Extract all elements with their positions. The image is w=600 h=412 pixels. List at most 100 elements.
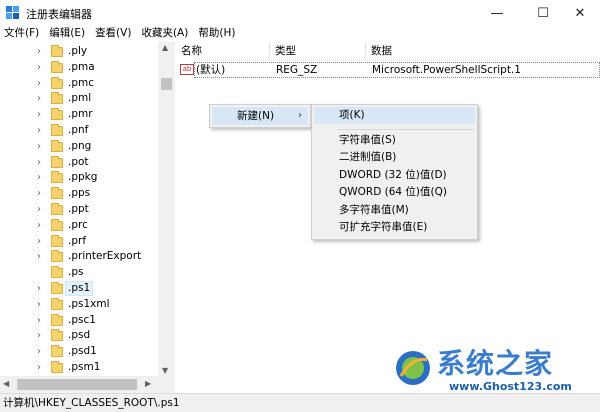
expand-chevron-icon[interactable]: › bbox=[37, 236, 41, 247]
submenu-item-string[interactable]: 字符串值(S) bbox=[314, 132, 475, 149]
scroll-thumb-horizontal[interactable] bbox=[17, 379, 137, 390]
tree-vertical-scrollbar[interactable]: ▲ ▼ bbox=[158, 42, 175, 376]
tree-item[interactable]: › .png bbox=[0, 139, 158, 155]
tree-item[interactable]: .ps bbox=[0, 265, 158, 281]
tree-item-label: .pma bbox=[68, 60, 95, 73]
folder-icon bbox=[51, 108, 63, 121]
tree-item-label: .psd1 bbox=[68, 345, 97, 358]
submenu-item-qword[interactable]: QWORD (64 位)值(Q) bbox=[314, 184, 475, 201]
submenu-item-label: 项(K) bbox=[339, 109, 365, 121]
tree-item-label: .ps bbox=[68, 266, 84, 279]
new-submenu: 项(K) 字符串值(S) 二进制值(B) DWORD (32 位)值(D) QW… bbox=[311, 104, 478, 240]
expand-chevron-icon[interactable]: › bbox=[37, 220, 41, 231]
menu-favorites[interactable]: 收藏夹(A) bbox=[137, 26, 194, 42]
tree-item-label: .prc bbox=[68, 218, 88, 231]
menu-file[interactable]: 文件(F) bbox=[0, 26, 45, 42]
expand-chevron-icon[interactable]: › bbox=[37, 125, 41, 136]
submenu-item-key[interactable]: 项(K) bbox=[314, 107, 475, 124]
submenu-item-label: 二进制值(B) bbox=[339, 151, 397, 163]
submenu-item-label: 字符串值(S) bbox=[339, 134, 396, 146]
expand-chevron-icon[interactable]: › bbox=[37, 46, 41, 57]
scroll-left-icon[interactable]: ◀ bbox=[3, 379, 9, 388]
tree-item-label: .ppkg bbox=[68, 171, 98, 184]
folder-icon bbox=[51, 345, 63, 358]
tree-item-label: .pps bbox=[68, 187, 91, 200]
watermark-logo-icon bbox=[396, 351, 430, 385]
column-header-type[interactable]: 类型 bbox=[270, 42, 366, 60]
tree-item[interactable]: › .pps bbox=[0, 186, 158, 202]
expand-chevron-icon[interactable]: › bbox=[37, 109, 41, 120]
scroll-up-icon[interactable]: ▲ bbox=[162, 43, 168, 52]
expand-chevron-icon[interactable]: › bbox=[37, 78, 41, 89]
expand-chevron-icon[interactable]: › bbox=[37, 299, 41, 310]
tree-item[interactable]: › .printerExport bbox=[0, 249, 158, 265]
menu-view[interactable]: 查看(V) bbox=[91, 26, 137, 42]
key-tree[interactable]: › .ply › .pma › .pmc › .pml › .pmr › .pnf › .png › .pot… bbox=[0, 42, 175, 393]
tree-item[interactable]: › .psd1 bbox=[0, 344, 158, 360]
tree-item-label: .pot bbox=[68, 155, 89, 168]
submenu-item-label: DWORD (32 位)值(D) bbox=[339, 169, 447, 181]
expand-chevron-icon[interactable]: › bbox=[37, 330, 41, 341]
expand-chevron-icon[interactable]: › bbox=[37, 362, 41, 373]
value-data: Microsoft.PowerShellScript.1 bbox=[372, 64, 521, 76]
expand-chevron-icon[interactable]: › bbox=[37, 157, 41, 168]
expand-chevron-icon[interactable]: › bbox=[37, 188, 41, 199]
watermark-title: 系统之家 bbox=[437, 347, 554, 380]
submenu-item-label: QWORD (64 位)值(Q) bbox=[339, 186, 447, 198]
scroll-thumb[interactable] bbox=[161, 78, 172, 90]
tree-item[interactable]: › .psc1 bbox=[0, 313, 158, 329]
expand-chevron-icon[interactable]: › bbox=[37, 315, 41, 326]
submenu-item-multistring[interactable]: 多字符串值(M) bbox=[314, 202, 475, 219]
expand-chevron-icon[interactable]: › bbox=[37, 141, 41, 152]
close-button[interactable]: ✕ bbox=[560, 0, 600, 26]
window-title: 注册表编辑器 bbox=[26, 8, 92, 21]
tree-item[interactable]: › .ppt bbox=[0, 202, 158, 218]
expand-chevron-icon[interactable]: › bbox=[37, 346, 41, 357]
menu-help[interactable]: 帮助(H) bbox=[194, 26, 241, 42]
tree-horizontal-scrollbar[interactable]: ◀ ▶ bbox=[0, 376, 175, 393]
tree-item[interactable]: › .ply bbox=[0, 44, 158, 60]
tree-item[interactable]: › .pmc bbox=[0, 76, 158, 92]
tree-item[interactable]: › .pnf bbox=[0, 123, 158, 139]
folder-icon bbox=[51, 218, 63, 231]
tree-item-label: .ps1xml bbox=[68, 297, 110, 310]
tree-item[interactable]: › .psm1 bbox=[0, 360, 158, 376]
column-header-name[interactable]: 名称 bbox=[176, 42, 270, 60]
value-row[interactable]: ab (默认) REG_SZ Microsoft.PowerShellScrip… bbox=[176, 62, 600, 78]
submenu-item-binary[interactable]: 二进制值(B) bbox=[314, 149, 475, 166]
tree-item-label: .pmc bbox=[68, 76, 95, 89]
maximize-button[interactable]: ☐ bbox=[523, 0, 563, 26]
tree-item[interactable]: › .pmr bbox=[0, 107, 158, 123]
scroll-down-icon[interactable]: ▼ bbox=[162, 366, 168, 375]
submenu-item-expandable-string[interactable]: 可扩充字符串值(E) bbox=[314, 219, 475, 236]
menu-item-new[interactable]: 新建(N) › bbox=[212, 107, 308, 125]
tree-item[interactable]: › .pma bbox=[0, 60, 158, 76]
submenu-item-label: 多字符串值(M) bbox=[339, 204, 409, 216]
tree-item-label: .psc1 bbox=[68, 313, 96, 326]
tree-item-label: .psm1 bbox=[68, 361, 101, 373]
tree-item[interactable]: › .ppkg bbox=[0, 170, 158, 186]
column-header-data[interactable]: 数据 bbox=[366, 42, 600, 60]
folder-icon bbox=[51, 282, 63, 294]
expand-chevron-icon[interactable]: › bbox=[37, 283, 41, 294]
submenu-item-dword[interactable]: DWORD (32 位)值(D) bbox=[314, 167, 475, 184]
expand-chevron-icon[interactable]: › bbox=[37, 93, 41, 104]
tree-item[interactable]: › .pot bbox=[0, 155, 158, 171]
tree-item[interactable]: › .psd bbox=[0, 328, 158, 344]
tree-item-label: .ppt bbox=[68, 203, 89, 215]
value-name: (默认) bbox=[196, 64, 226, 76]
tree-item[interactable]: › .ps1xml bbox=[0, 297, 158, 313]
tree-item[interactable]: › .prf bbox=[0, 234, 158, 250]
menu-edit[interactable]: 编辑(E) bbox=[45, 26, 91, 42]
string-value-icon: ab bbox=[180, 64, 194, 75]
expand-chevron-icon[interactable]: › bbox=[37, 172, 41, 183]
tree-item[interactable]: › .prc bbox=[0, 218, 158, 234]
tree-item[interactable]: › .pml bbox=[0, 91, 158, 107]
expand-chevron-icon[interactable]: › bbox=[37, 62, 41, 73]
scroll-right-icon[interactable]: ▶ bbox=[145, 379, 151, 388]
minimize-button[interactable]: — bbox=[477, 0, 517, 26]
expand-chevron-icon[interactable]: › bbox=[37, 204, 41, 215]
tree-item[interactable]: › .ps1 bbox=[0, 281, 158, 297]
folder-icon bbox=[51, 155, 63, 168]
expand-chevron-icon[interactable]: › bbox=[37, 251, 41, 262]
